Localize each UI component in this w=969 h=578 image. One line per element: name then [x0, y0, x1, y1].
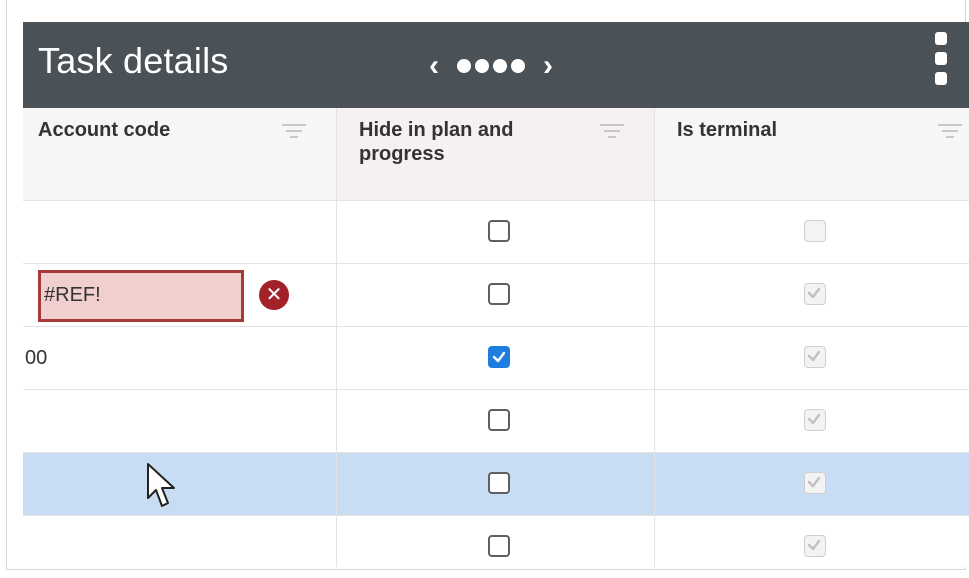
table-body: #REF! ✕ 00 [23, 201, 969, 567]
page-dot-icon[interactable] [511, 59, 525, 73]
hide-in-plan-checkbox[interactable] [488, 346, 510, 368]
account-code-cell[interactable] [23, 201, 337, 263]
pager: ‹ › [421, 46, 561, 86]
hide-in-plan-checkbox[interactable] [488, 472, 510, 494]
account-code-cell[interactable] [23, 390, 337, 452]
is-terminal-checkbox[interactable] [804, 220, 826, 242]
column-header-label: Hide in plan and progress [359, 119, 514, 165]
hide-in-plan-cell [337, 201, 655, 263]
hide-in-plan-checkbox[interactable] [488, 535, 510, 557]
hide-in-plan-cell [337, 453, 655, 515]
account-code-cell[interactable]: 00 [23, 327, 337, 389]
is-terminal-cell [655, 390, 969, 452]
table-row[interactable]: 00 [23, 327, 969, 390]
is-terminal-cell [655, 327, 969, 389]
mouse-cursor-icon [147, 463, 175, 507]
hide-in-plan-cell [337, 327, 655, 389]
is-terminal-checkbox[interactable] [804, 472, 826, 494]
account-code-value: 00 [25, 347, 48, 369]
hide-in-plan-cell [337, 390, 655, 452]
filter-icon[interactable] [599, 124, 625, 142]
column-header-hide-in-plan[interactable]: Hide in plan and progress [337, 108, 655, 200]
column-header-label: Is terminal [677, 119, 778, 141]
page-dots [457, 59, 525, 73]
table-header: Account code Hide in plan and progress I… [23, 108, 969, 201]
panel-header: Task details ‹ › [23, 22, 969, 108]
hide-in-plan-checkbox[interactable] [488, 283, 510, 305]
table-row[interactable] [23, 516, 969, 567]
panel-title: Task details [38, 40, 229, 81]
account-code-cell[interactable]: #REF! ✕ [23, 264, 337, 326]
error-icon: ✕ [259, 280, 289, 310]
hide-in-plan-checkbox[interactable] [488, 220, 510, 242]
column-header-label: Account code [38, 119, 171, 141]
is-terminal-checkbox[interactable] [804, 283, 826, 305]
account-code-cell[interactable] [23, 516, 337, 567]
table-row[interactable]: #REF! ✕ [23, 264, 969, 327]
account-code-input[interactable]: #REF! [38, 270, 244, 322]
is-terminal-checkbox[interactable] [804, 346, 826, 368]
account-code-cell[interactable] [23, 453, 337, 515]
is-terminal-checkbox[interactable] [804, 409, 826, 431]
kebab-menu-icon[interactable] [935, 32, 951, 94]
prev-page-button[interactable]: ‹ [421, 51, 447, 81]
table-row[interactable] [23, 201, 969, 264]
next-page-button[interactable]: › [535, 51, 561, 81]
hide-in-plan-cell [337, 516, 655, 567]
filter-icon[interactable] [281, 124, 307, 142]
is-terminal-cell [655, 453, 969, 515]
page-dot-icon[interactable] [475, 59, 489, 73]
page-dot-icon[interactable] [457, 59, 471, 73]
is-terminal-checkbox[interactable] [804, 535, 826, 557]
is-terminal-cell [655, 516, 969, 567]
is-terminal-cell [655, 264, 969, 326]
hide-in-plan-checkbox[interactable] [488, 409, 510, 431]
page-dot-icon[interactable] [493, 59, 507, 73]
table-row[interactable] [23, 390, 969, 453]
hide-in-plan-cell [337, 264, 655, 326]
is-terminal-cell [655, 201, 969, 263]
column-header-account-code[interactable]: Account code [23, 108, 337, 200]
filter-icon[interactable] [937, 124, 963, 142]
column-header-is-terminal[interactable]: Is terminal [655, 108, 969, 200]
